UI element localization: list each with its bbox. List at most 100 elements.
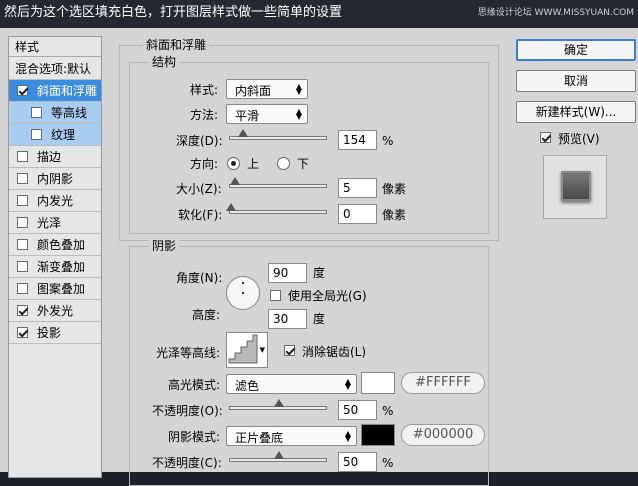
shadow-color-swatch[interactable] (361, 424, 395, 446)
select-value: 平滑 (235, 109, 260, 123)
depth-label: 深度(D): (176, 134, 223, 148)
soften-slider[interactable] (226, 203, 327, 214)
direction-down-radio[interactable] (277, 157, 290, 170)
gradient-overlay-checkbox[interactable] (17, 261, 28, 272)
angle-label: 角度(N): (176, 271, 223, 285)
slider-thumb[interactable] (274, 399, 284, 407)
inner-shadow-checkbox[interactable] (17, 173, 28, 184)
shadow-opacity-value: 50 (343, 455, 359, 469)
antialias-checkbox[interactable] (284, 345, 295, 356)
sidebar-item-contour[interactable]: 等高线 (9, 102, 101, 124)
direction-down-label[interactable]: 下 (297, 157, 309, 171)
altitude-value: 30 (273, 312, 289, 326)
sidebar-item-color-overlay[interactable]: 颜色叠加 (9, 234, 101, 256)
highlight-color-hex: #FFFFFF (401, 372, 485, 394)
styles-header[interactable]: 样式 (9, 37, 101, 57)
contour-checkbox[interactable] (31, 107, 42, 118)
stroke-checkbox[interactable] (17, 151, 28, 162)
new-style-button[interactable]: 新建样式(W)... (516, 101, 636, 123)
size-value: 5 (343, 181, 351, 195)
highlight-opacity-label: 不透明度(O): (152, 404, 223, 418)
styles-list: 样式 混合选项:默认 斜面和浮雕 等高线 纹理 描边 内阴影 内发光 光泽 颜色… (8, 36, 102, 478)
select-value: 滤色 (235, 379, 260, 393)
sidebar-item-texture[interactable]: 纹理 (9, 124, 101, 146)
bevel-checkbox[interactable] (17, 85, 28, 96)
shading-title: 阴影 (149, 239, 180, 253)
shadow-opacity-slider[interactable] (229, 451, 327, 462)
antialias-label[interactable]: 消除锯齿(L) (302, 345, 366, 359)
altitude-input[interactable]: 30 (268, 309, 307, 329)
angle-value: 90 (273, 266, 289, 280)
preview-label[interactable]: 预览(V) (558, 132, 600, 146)
color-overlay-checkbox[interactable] (17, 239, 28, 250)
inner-glow-checkbox[interactable] (17, 195, 28, 206)
shadow-opacity-input[interactable]: 50 (338, 452, 377, 472)
sidebar-item-pattern-overlay[interactable]: 图案叠加 (9, 278, 101, 300)
sidebar-item-inner-glow[interactable]: 内发光 (9, 190, 101, 212)
cancel-button[interactable]: 取消 (516, 70, 636, 92)
sidebar-item-bevel[interactable]: 斜面和浮雕 (9, 80, 101, 102)
size-slider[interactable] (229, 177, 327, 188)
angle-dial-center (242, 292, 244, 294)
highlight-color-swatch[interactable] (361, 372, 395, 394)
highlight-mode-select[interactable]: 滤色 ▲ ▼ (226, 374, 357, 394)
global-light-label[interactable]: 使用全局光(G) (288, 289, 367, 303)
slider-thumb[interactable] (238, 129, 248, 137)
chevron-down-icon: ▼ (259, 346, 265, 354)
highlight-opacity-slider[interactable] (229, 399, 327, 410)
drop-shadow-checkbox[interactable] (17, 327, 28, 338)
slider-thumb[interactable] (230, 177, 240, 185)
slider-thumb[interactable] (226, 203, 236, 211)
watermark: 思缘设计论坛 WWW.MISSYUAN.COM (477, 8, 634, 18)
depth-slider[interactable] (229, 129, 327, 140)
angle-dial[interactable] (226, 276, 260, 310)
sidebar-item-outer-glow[interactable]: 外发光 (9, 300, 101, 322)
sidebar-item-label: 颜色叠加 (37, 238, 86, 252)
satin-checkbox[interactable] (17, 217, 28, 228)
contour-curve-icon (228, 334, 258, 364)
highlight-opacity-input[interactable]: 50 (338, 400, 377, 420)
updown-arrows-icon: ▲ ▼ (344, 377, 351, 391)
sidebar-item-label: 内阴影 (37, 172, 74, 186)
sidebar-item-label: 图案叠加 (37, 282, 86, 296)
technique-select[interactable]: 平滑 ▲ ▼ (226, 104, 308, 124)
bevel-style-select[interactable]: 内斜面 ▲ ▼ (226, 79, 308, 99)
style-preview (543, 155, 607, 219)
sidebar-item-satin[interactable]: 光泽 (9, 212, 101, 234)
depth-input[interactable]: 154 (338, 130, 377, 150)
soften-unit: 像素 (382, 208, 407, 222)
direction-up-radio[interactable] (227, 157, 240, 170)
direction-label: 方向: (190, 157, 219, 171)
sidebar-item-label: 渐变叠加 (37, 260, 86, 274)
direction-up-label[interactable]: 上 (247, 157, 259, 171)
depth-value: 154 (343, 133, 366, 147)
altitude-label: 高度: (192, 308, 221, 322)
select-value: 内斜面 (235, 84, 272, 98)
sidebar-item-drop-shadow[interactable]: 投影 (9, 322, 101, 344)
style-label: 样式: (190, 83, 219, 97)
size-input[interactable]: 5 (338, 178, 377, 198)
global-light-checkbox[interactable] (270, 290, 281, 301)
sidebar-item-label: 光泽 (37, 216, 62, 230)
pattern-overlay-checkbox[interactable] (17, 283, 28, 294)
texture-checkbox[interactable] (31, 129, 42, 140)
shadow-opacity-unit: % (382, 456, 394, 470)
blend-options-item[interactable]: 混合选项:默认 (9, 58, 101, 80)
shadow-mode-select[interactable]: 正片叠底 ▲ ▼ (226, 426, 357, 446)
angle-input[interactable]: 90 (268, 263, 307, 283)
gloss-contour-label: 光泽等高线: (156, 346, 221, 360)
preview-checkbox[interactable] (540, 132, 551, 143)
sidebar-item-stroke[interactable]: 描边 (9, 146, 101, 168)
sidebar-item-inner-shadow[interactable]: 内阴影 (9, 168, 101, 190)
soften-value: 0 (343, 207, 351, 221)
sidebar-item-label: 描边 (37, 150, 62, 164)
ok-button[interactable]: 确定 (516, 39, 636, 61)
outer-glow-checkbox[interactable] (17, 305, 28, 316)
size-unit: 像素 (382, 182, 407, 196)
sidebar-item-gradient-overlay[interactable]: 渐变叠加 (9, 256, 101, 278)
size-label: 大小(Z): (176, 182, 222, 196)
tutorial-caption: 然后为这个选区填充白色，打开图层样式做一些简单的设置 (4, 5, 343, 20)
gloss-contour-picker[interactable]: ▼ (226, 332, 268, 368)
soften-input[interactable]: 0 (338, 204, 377, 224)
slider-thumb[interactable] (274, 451, 284, 459)
